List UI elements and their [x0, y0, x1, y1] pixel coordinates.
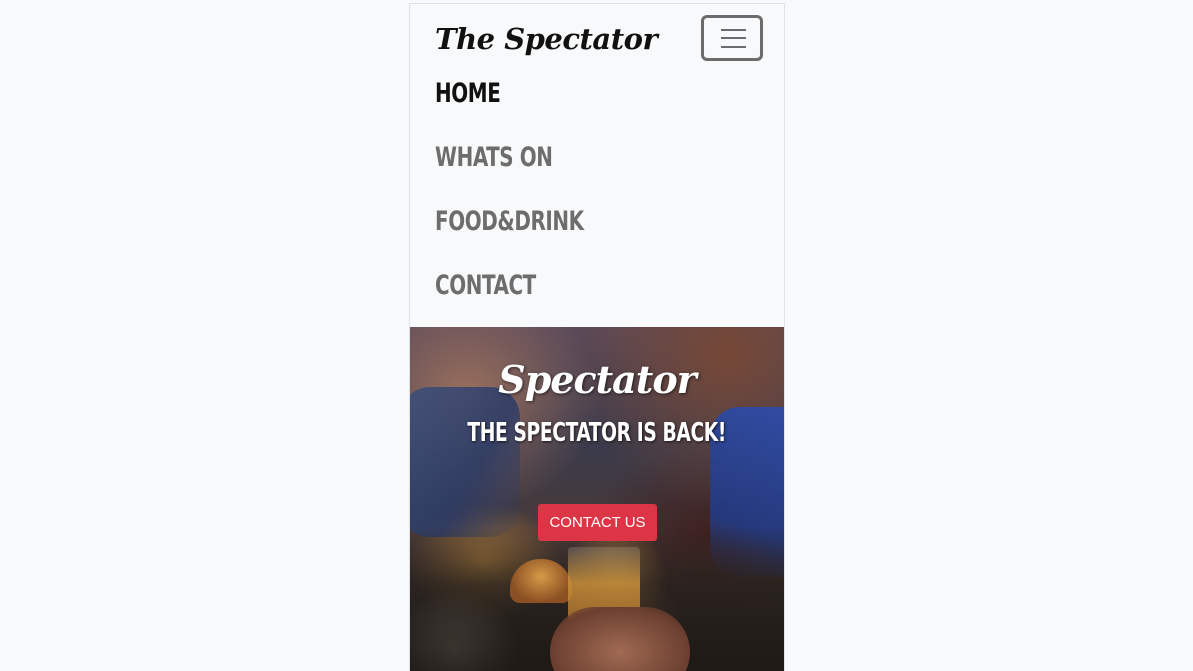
hamburger-menu-icon-bar: [721, 46, 746, 48]
hamburger-menu-icon: [721, 29, 746, 31]
hamburger-menu-icon-bar: [721, 37, 746, 39]
hero-title: Spectator: [498, 357, 696, 403]
mobile-viewport: The Spectator HOME WHATS ON FOOD&DRINK C…: [409, 3, 785, 671]
navbar-toggler-button[interactable]: [701, 15, 763, 61]
hero-tagline: THE SPECTATOR IS BACK!: [410, 413, 784, 453]
nav-link-contact[interactable]: CONTACT: [435, 266, 536, 306]
nav-link-food-drink[interactable]: FOOD&DRINK: [435, 202, 584, 242]
hero-background-image: [410, 387, 520, 537]
brand-logo[interactable]: The Spectator: [435, 17, 658, 61]
hero-background-shape: [550, 607, 690, 671]
hero-tagline-emphasis: BACK!: [662, 418, 727, 448]
hero-section: Spectator THE SPECTATOR IS BACK! CONTACT…: [410, 327, 784, 671]
contact-us-button[interactable]: CONTACT US: [538, 504, 657, 541]
nav-link-home[interactable]: HOME: [435, 74, 501, 114]
nav-link-whats-on[interactable]: WHATS ON: [435, 138, 553, 178]
hero-tagline-prefix: THE SPECTATOR IS: [467, 418, 663, 448]
navbar: The Spectator HOME WHATS ON FOOD&DRINK C…: [410, 4, 784, 327]
